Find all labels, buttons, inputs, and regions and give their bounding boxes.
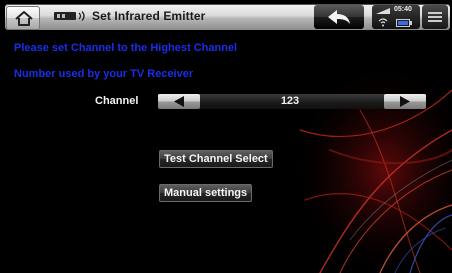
wifi-icon (378, 18, 388, 27)
instruction-line-1: Please set Channel to the Highest Channe… (14, 42, 238, 54)
menu-button[interactable] (422, 5, 448, 29)
clock: 05:40 (394, 6, 412, 13)
home-button[interactable] (6, 6, 40, 30)
page-title: Set Infrared Emitter (92, 9, 206, 23)
instruction-line-2: Number used by your TV Receiver (14, 68, 194, 80)
screen: Set Infrared Emitter 05:40 Please set Ch… (0, 0, 452, 273)
status-area: 05:40 (372, 5, 420, 29)
test-channel-select-button[interactable]: Test Channel Select (159, 150, 273, 168)
battery-icon (396, 19, 412, 27)
background-swirl (290, 60, 452, 273)
back-button[interactable] (314, 5, 364, 29)
infrared-emitter-icon (54, 11, 85, 21)
channel-value: 123 (280, 95, 300, 107)
channel-decrease-button[interactable] (158, 94, 200, 109)
right-arrow-icon (400, 96, 410, 107)
back-arrow-icon (328, 10, 350, 24)
manual-settings-button[interactable]: Manual settings (159, 184, 253, 202)
channel-label: Channel (95, 95, 139, 107)
left-arrow-icon (174, 96, 184, 107)
channel-increase-button[interactable] (384, 94, 426, 109)
home-icon (15, 11, 33, 26)
signal-icon (376, 8, 390, 14)
